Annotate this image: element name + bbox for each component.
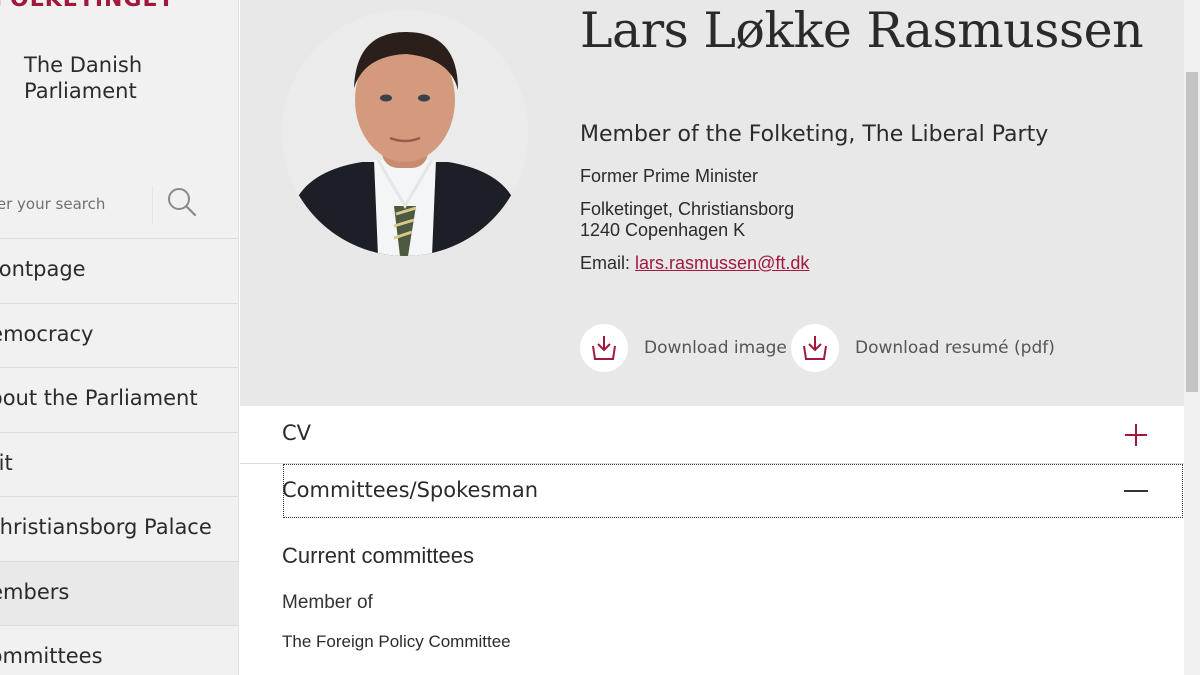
member-email: Email: lars.rasmussen@ft.dk [580,253,809,274]
nav-item-label: Committees [0,644,103,668]
scrollbar-thumb[interactable] [1186,72,1198,392]
sidebar: FOLKETINGET The Danish Parliament Frontp… [0,0,239,675]
member-of-label: Member of [282,592,373,613]
member-portrait [282,10,528,256]
address-line-2: 1240 Copenhagen K [580,220,746,240]
nav-item-label: Christiansborg Palace [0,515,212,539]
nav-item-democracy[interactable]: Democracy [0,302,238,368]
accordion-cv-title: CV [282,421,312,445]
nav-item-committees[interactable]: Committees [0,625,238,675]
nav-item-label: Members [0,579,70,604]
nav-item-visit[interactable]: Visit [0,431,238,497]
search-input[interactable] [0,184,152,224]
download-image-button[interactable]: Download image [580,324,787,372]
nav-item-label: Frontpage [0,257,86,281]
address-line-1: Folketinget, Christiansborg [580,199,795,219]
nav-item-label: Visit [0,450,13,475]
search-icon[interactable] [164,184,198,218]
site-name[interactable]: The Danish Parliament [24,52,194,104]
nav-item-christiansborg-palace[interactable]: Christiansborg Palace [0,496,238,561]
download-icon [791,324,839,372]
nav-item-members[interactable]: Members [0,560,238,625]
minus-icon[interactable] [1124,479,1148,503]
email-label: Email: [580,253,631,273]
folketinget-logo[interactable]: FOLKETINGET [0,0,175,12]
accordion-committees-title: Committees/Spokesman [282,478,538,502]
accordion-committees[interactable]: Committees/Spokesman [240,464,1184,519]
nav-item-about-the-parliament[interactable]: About the Parliament [0,367,238,432]
search-divider [152,186,153,224]
nav-item-label: Democracy [0,321,94,346]
download-resume-button[interactable]: Download resumé (pdf) [791,324,1055,372]
member-title: Former Prime Minister [580,166,759,186]
search-bar [0,178,238,238]
nav-item-label: About the Parliament [0,386,198,410]
accordion-cv[interactable]: CV [240,406,1184,464]
member-name: Lars Løkke Rasmussen [580,2,1144,59]
member-role: Member of the Folketing, The Liberal Par… [580,122,1049,147]
email-link[interactable]: lars.rasmussen@ft.dk [635,253,809,273]
current-committees-heading: Current committees [282,543,474,568]
plus-icon[interactable] [1124,423,1148,447]
main-navigation: Frontpage Democracy About the Parliament… [0,238,238,675]
download-image-label: Download image [644,338,787,358]
scrollbar[interactable] [1184,0,1200,675]
committee-item[interactable]: The Foreign Policy Committee [282,632,511,652]
download-resume-label: Download resumé (pdf) [855,338,1055,358]
member-profile-header: Lars Løkke Rasmussen Member of the Folke… [240,0,1184,406]
download-icon [580,324,628,372]
nav-item-frontpage[interactable]: Frontpage [0,238,238,303]
